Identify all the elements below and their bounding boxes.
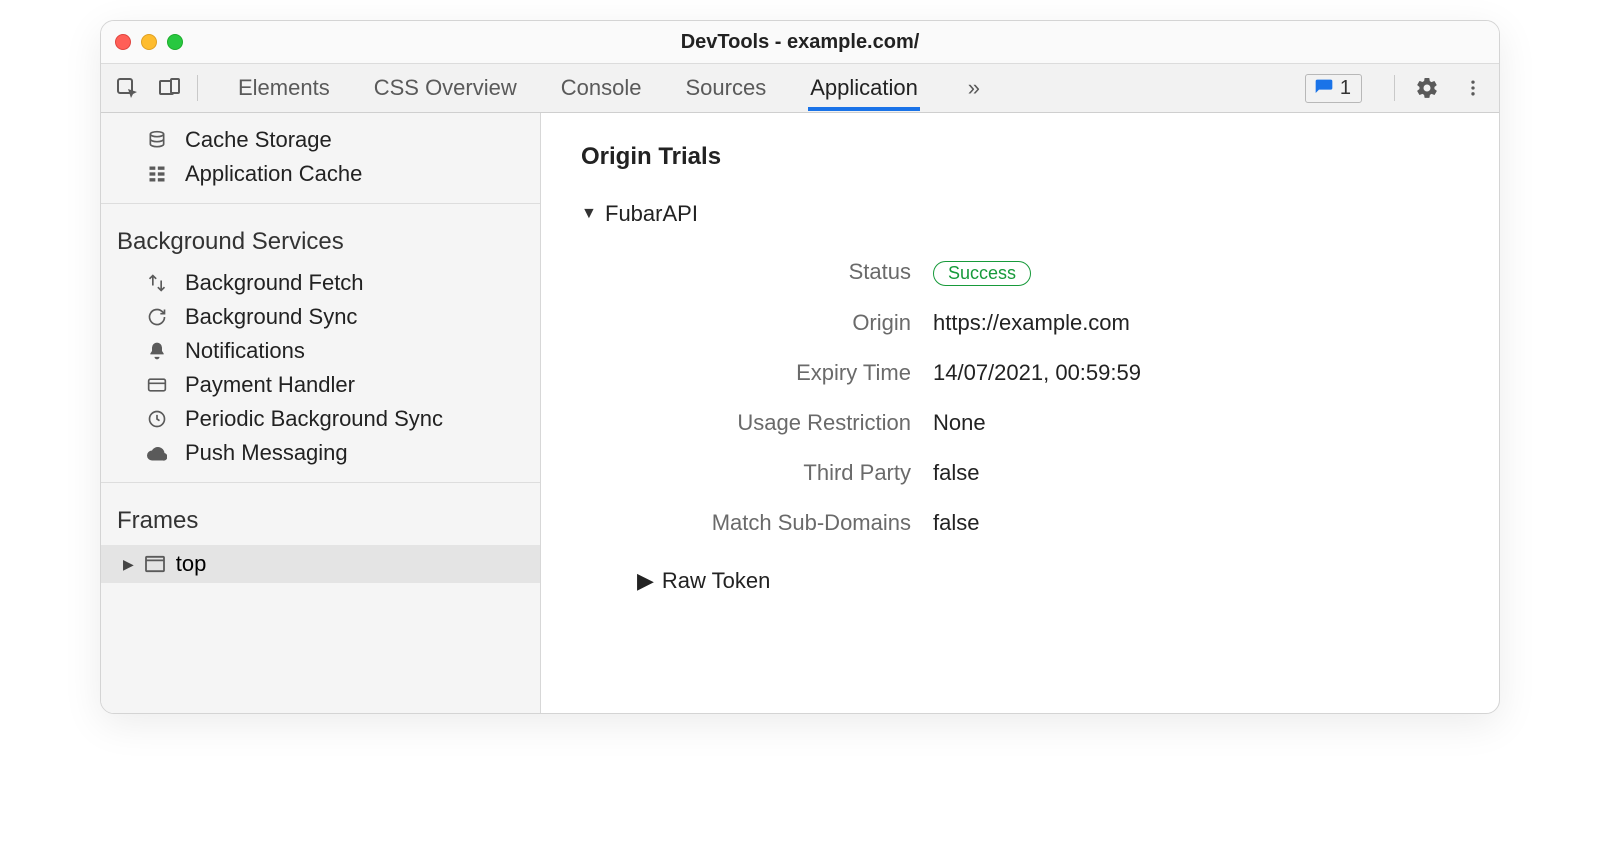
application-sidebar: Cache Storage Application Cache Backgrou… <box>101 113 541 713</box>
sidebar-section-background-services: Background Services <box>101 204 540 266</box>
transfer-icon <box>147 273 173 293</box>
sidebar-item-label: Periodic Background Sync <box>185 406 443 432</box>
third-party-value: false <box>933 460 1459 486</box>
trial-name: FubarAPI <box>605 201 698 227</box>
tab-console[interactable]: Console <box>559 65 644 111</box>
window-title: DevTools - example.com/ <box>681 31 920 54</box>
body-area: Cache Storage Application Cache Backgrou… <box>101 113 1499 713</box>
origin-label: Origin <box>621 310 911 336</box>
trial-details-table: Status Success Origin https://example.co… <box>621 247 1459 548</box>
settings-icon[interactable] <box>1413 74 1441 102</box>
tab-elements[interactable]: Elements <box>236 65 332 111</box>
sidebar-item-label: Background Sync <box>185 304 357 330</box>
origin-trials-panel: Origin Trials ▼ FubarAPI Status Success … <box>541 113 1499 713</box>
usage-restriction-value: None <box>933 410 1459 436</box>
sidebar-item-application-cache[interactable]: Application Cache <box>101 157 540 191</box>
sidebar-item-label: Payment Handler <box>185 372 355 398</box>
panel-heading: Origin Trials <box>581 143 1459 171</box>
bell-icon <box>147 341 173 361</box>
sidebar-item-push-messaging[interactable]: Push Messaging <box>101 436 540 470</box>
inspect-element-icon[interactable] <box>113 74 141 102</box>
clock-icon <box>147 409 173 429</box>
chevron-right-icon: ▶ <box>637 568 654 594</box>
expiry-label: Expiry Time <box>621 360 911 386</box>
toolbar-divider <box>197 75 198 101</box>
sidebar-section-frames: Frames <box>101 483 540 545</box>
more-tabs-icon[interactable]: » <box>960 74 988 102</box>
sidebar-item-periodic-background-sync[interactable]: Periodic Background Sync <box>101 402 540 436</box>
raw-token-label: Raw Token <box>662 568 770 594</box>
sidebar-item-label: Cache Storage <box>185 127 332 153</box>
match-sub-domains-label: Match Sub-Domains <box>621 510 911 536</box>
panel-tabs: Elements CSS Overview Console Sources Ap… <box>236 65 988 111</box>
raw-token-entry[interactable]: ▶ Raw Token <box>637 568 1459 594</box>
match-sub-domains-value: false <box>933 510 1459 536</box>
database-icon <box>147 130 173 150</box>
chevron-right-icon: ▶ <box>123 556 134 573</box>
window-icon <box>144 555 166 573</box>
kebab-menu-icon[interactable] <box>1459 74 1487 102</box>
device-toggle-icon[interactable] <box>155 74 183 102</box>
grid-icon <box>147 164 173 184</box>
origin-value: https://example.com <box>933 310 1459 336</box>
traffic-lights <box>115 34 183 50</box>
cloud-icon <box>147 445 173 461</box>
titlebar: DevTools - example.com/ <box>101 21 1499 63</box>
status-label: Status <box>621 259 911 286</box>
tab-sources[interactable]: Sources <box>683 65 768 111</box>
main-toolbar: Elements CSS Overview Console Sources Ap… <box>101 63 1499 113</box>
sidebar-item-background-fetch[interactable]: Background Fetch <box>101 266 540 300</box>
toolbar-divider-right <box>1394 75 1395 101</box>
third-party-label: Third Party <box>621 460 911 486</box>
sidebar-item-payment-handler[interactable]: Payment Handler <box>101 368 540 402</box>
sidebar-item-notifications[interactable]: Notifications <box>101 334 540 368</box>
toolbar-right-icons <box>1394 74 1487 102</box>
tab-application[interactable]: Application <box>808 65 920 111</box>
maximize-window-button[interactable] <box>167 34 183 50</box>
chevron-down-icon: ▼ <box>581 205 597 223</box>
sidebar-item-label: Application Cache <box>185 161 362 187</box>
close-window-button[interactable] <box>115 34 131 50</box>
sidebar-item-cache-storage[interactable]: Cache Storage <box>101 123 540 157</box>
credit-card-icon <box>147 375 173 395</box>
devtools-window: DevTools - example.com/ Elements CSS Ove… <box>100 20 1500 714</box>
expiry-value: 14/07/2021, 00:59:59 <box>933 360 1459 386</box>
sidebar-item-frame-top[interactable]: ▶ top <box>101 545 540 583</box>
issues-badge[interactable]: 1 <box>1305 74 1362 103</box>
usage-restriction-label: Usage Restriction <box>621 410 911 436</box>
status-badge: Success <box>933 261 1031 286</box>
sidebar-item-label: Notifications <box>185 338 305 364</box>
sync-icon <box>147 307 173 327</box>
issues-count: 1 <box>1340 77 1351 100</box>
sidebar-item-label: top <box>176 551 207 577</box>
minimize-window-button[interactable] <box>141 34 157 50</box>
tab-css-overview[interactable]: CSS Overview <box>372 65 519 111</box>
sidebar-item-label: Background Fetch <box>185 270 364 296</box>
trial-entry[interactable]: ▼ FubarAPI <box>581 201 1459 227</box>
sidebar-item-background-sync[interactable]: Background Sync <box>101 300 540 334</box>
sidebar-item-label: Push Messaging <box>185 440 348 466</box>
